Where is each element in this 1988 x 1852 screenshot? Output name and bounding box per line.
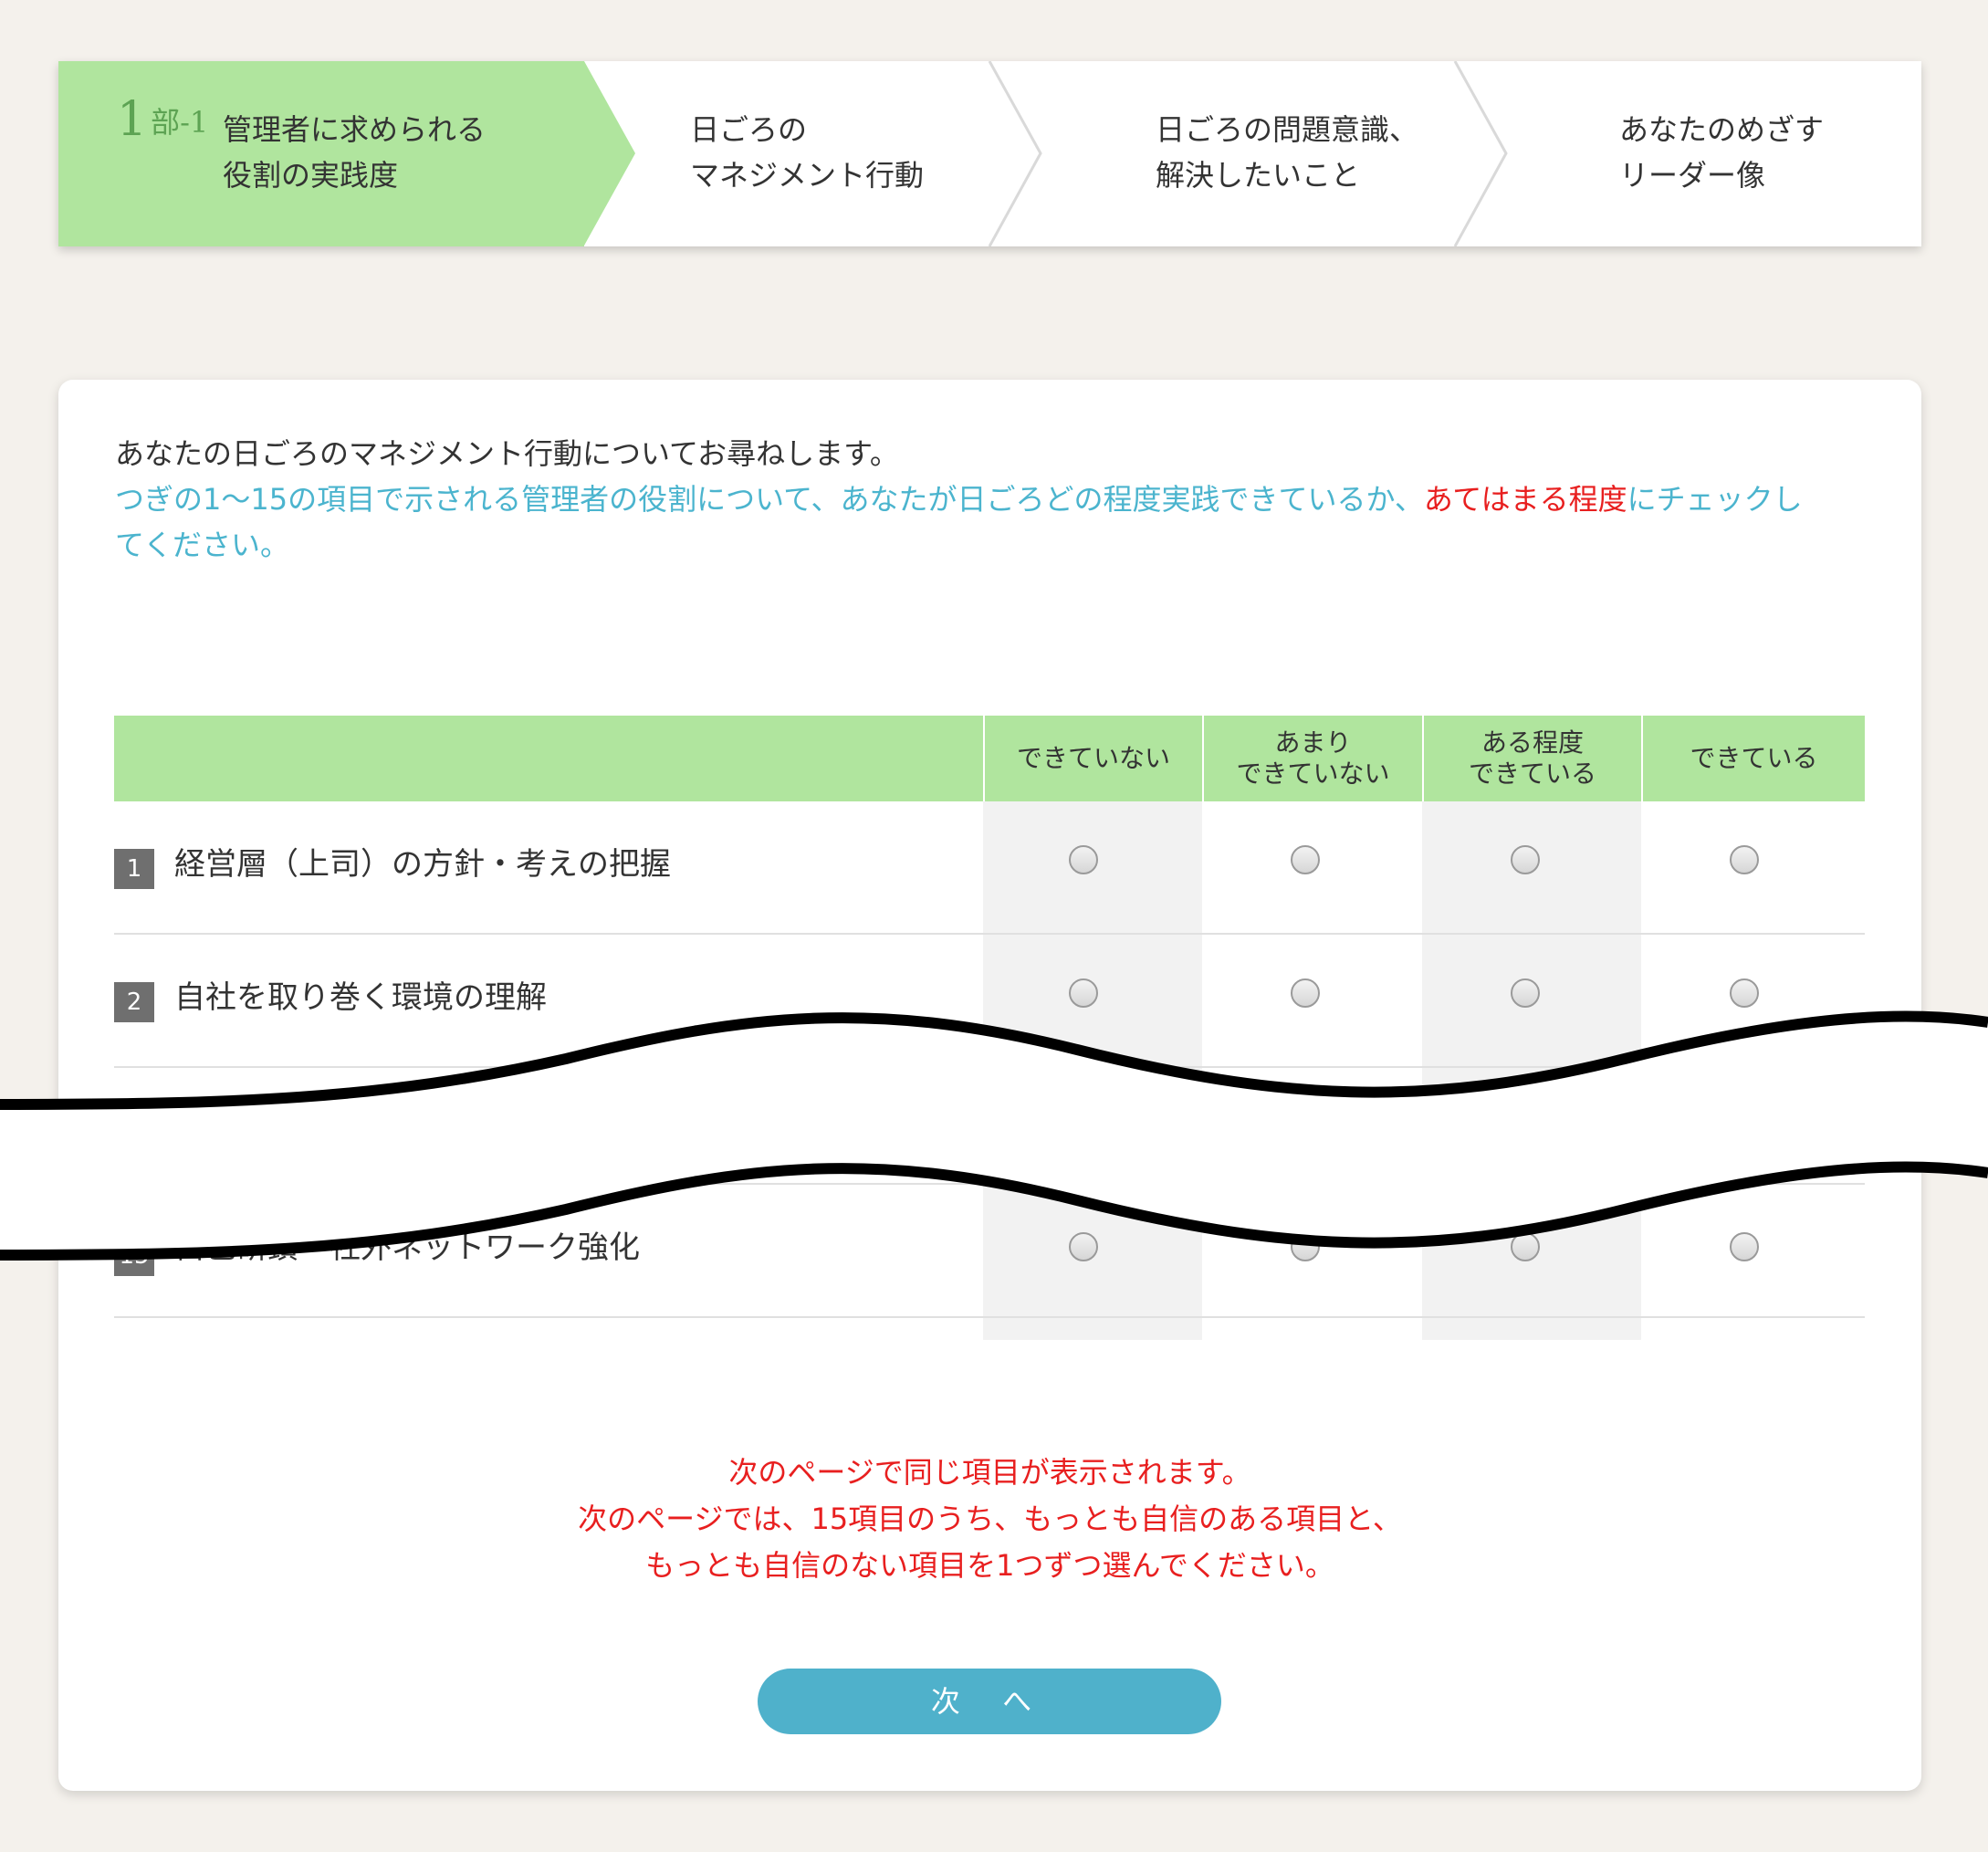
break-fill xyxy=(0,1016,1988,1255)
omission-break xyxy=(0,1010,1988,1261)
